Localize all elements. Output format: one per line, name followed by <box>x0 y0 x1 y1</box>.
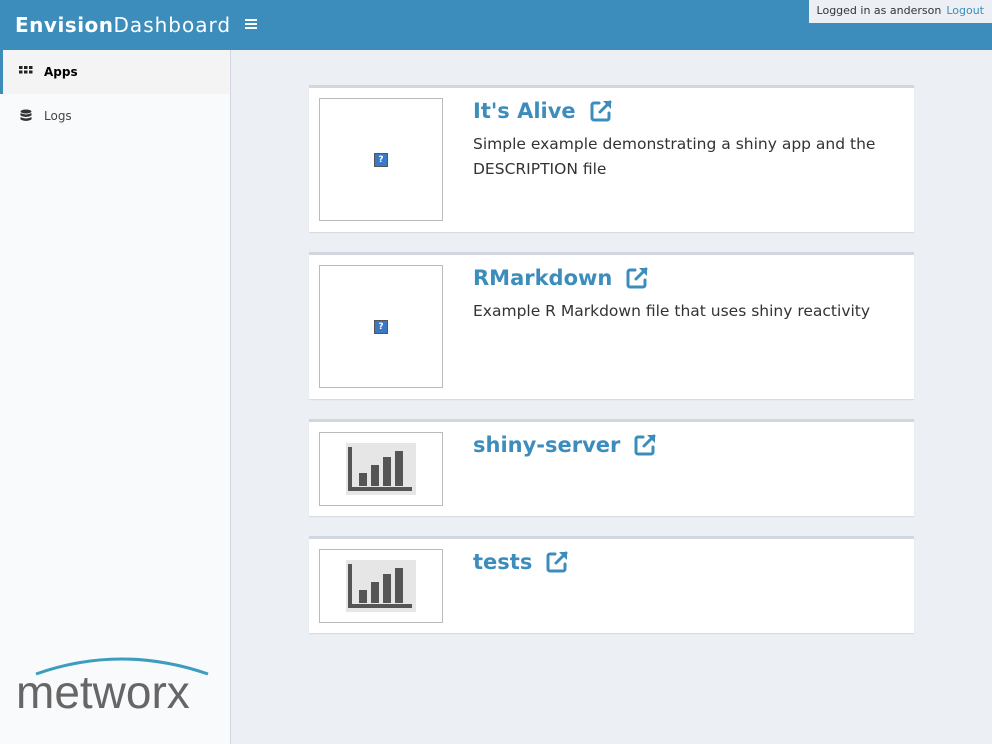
top-navbar: EnvisionDashboard Logged in as anderson L… <box>0 0 992 50</box>
external-link-icon[interactable] <box>589 99 613 123</box>
logout-link[interactable]: Logout <box>946 4 984 17</box>
external-link-icon[interactable] <box>633 433 657 457</box>
app-thumbnail[interactable] <box>319 432 443 506</box>
database-icon <box>20 109 32 121</box>
app-title-link[interactable]: It's Alive <box>473 99 576 123</box>
app-title-link[interactable]: RMarkdown <box>473 266 612 290</box>
app-title-row: RMarkdown <box>473 266 649 296</box>
hamburger-line <box>245 23 257 25</box>
sidebar-toggle-button[interactable] <box>243 16 259 34</box>
brand-light-text: Dashboard <box>113 13 232 37</box>
app-title-row: It's Alive <box>473 99 613 129</box>
app-thumbnail[interactable]: ? <box>319 98 443 221</box>
brand-logo[interactable]: EnvisionDashboard <box>0 0 230 50</box>
sidebar-item-apps[interactable]: Apps <box>0 50 230 94</box>
logged-in-text: Logged in as anderson <box>816 4 942 17</box>
hamburger-icon <box>245 19 257 21</box>
app-thumbnail[interactable] <box>319 549 443 623</box>
app-card: shiny-server <box>309 419 914 516</box>
app-card: ? It's Alive Simple example demonstratin… <box>309 85 914 232</box>
brand-bold-text: Envision <box>15 13 114 37</box>
app-card: tests <box>309 536 914 633</box>
hamburger-line <box>245 27 257 29</box>
app-title-row: shiny-server <box>473 433 657 463</box>
external-link-icon[interactable] <box>625 266 649 290</box>
metworx-logo: metworx <box>16 657 209 714</box>
broken-image-icon: ? <box>374 152 388 167</box>
sidebar-item-label: Apps <box>44 65 78 79</box>
sidebar: Apps Logs metworx <box>0 50 231 744</box>
app-thumbnail[interactable]: ? <box>319 265 443 388</box>
app-description: Simple example demonstrating a shiny app… <box>473 135 876 178</box>
app-card: ? RMarkdown Example R Markdown file that… <box>309 252 914 399</box>
app-description: Example R Markdown file that uses shiny … <box>473 302 871 320</box>
app-title-row: tests <box>473 550 569 580</box>
broken-image-icon: ? <box>374 319 388 334</box>
svg-text:metworx: metworx <box>16 666 190 714</box>
th-icon <box>19 66 33 74</box>
app-title-link[interactable]: shiny-server <box>473 433 620 457</box>
app-title-link[interactable]: tests <box>473 550 532 574</box>
bar-chart-icon <box>346 443 416 495</box>
bar-chart-icon <box>346 560 416 612</box>
sidebar-item-logs[interactable]: Logs <box>0 94 230 138</box>
sidebar-item-label: Logs <box>44 109 72 123</box>
user-status: Logged in as anderson Logout <box>808 0 992 23</box>
external-link-icon[interactable] <box>545 550 569 574</box>
